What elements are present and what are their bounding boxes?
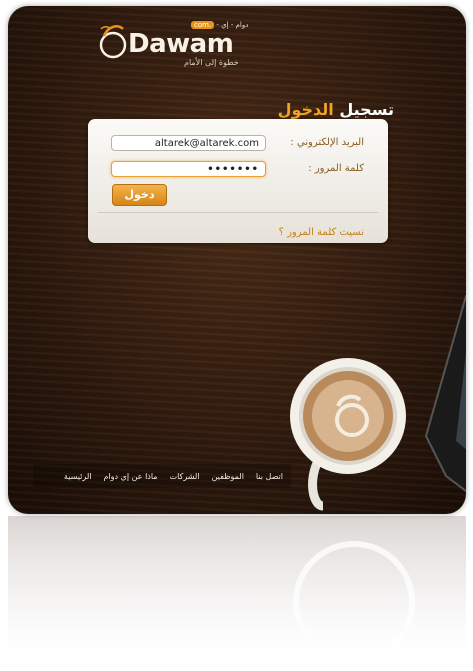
login-panel: البريد الإلكتروني : altarek@altarek.com … [88, 119, 388, 243]
logo-tag-com: .com [191, 21, 215, 29]
password-field[interactable]: ••••••• [111, 161, 266, 177]
email-field[interactable]: altarek@altarek.com [111, 135, 266, 151]
logo-slogan: خطوة إلى الأمام [184, 58, 239, 67]
logo-swirl-icon [99, 25, 127, 59]
login-button[interactable]: دخول [112, 184, 167, 206]
logo-tag: دوام - إي - .com [191, 21, 248, 29]
reflection-fade [0, 516, 473, 671]
dawam-logo[interactable]: Dawam دوام - إي - .com خطوة إلى الأمام [94, 20, 254, 68]
logo-wordmark: Dawam [128, 29, 234, 59]
panel-divider [98, 212, 378, 213]
nav-item-employees[interactable]: الموظفين [212, 472, 244, 481]
login-title-word1: تسجيل [339, 100, 394, 119]
nav-item-contact[interactable]: اتصل بنا [256, 472, 283, 481]
password-label: كلمة المرور : [308, 163, 364, 174]
forgot-password-link[interactable]: نسيت كلمة المرور ؟ [279, 227, 364, 238]
coffee-cup-image [278, 356, 418, 514]
login-title-word2: الدخول [277, 100, 334, 119]
nav-item-home[interactable]: الرئيسية [64, 472, 92, 481]
login-title: تسجيل الدخول [278, 100, 394, 119]
email-label: البريد الإلكتروني : [290, 137, 364, 148]
app-frame: Dawam دوام - إي - .com خطوة إلى الأمام ت… [8, 6, 466, 514]
logo-tag-prefix: دوام - إي - [216, 21, 249, 29]
footer-nav: الرئيسية ماذا عن إي دوام الشركات الموظفي… [33, 464, 291, 488]
nav-item-companies[interactable]: الشركات [170, 472, 200, 481]
nav-item-about[interactable]: ماذا عن إي دوام [103, 472, 157, 481]
